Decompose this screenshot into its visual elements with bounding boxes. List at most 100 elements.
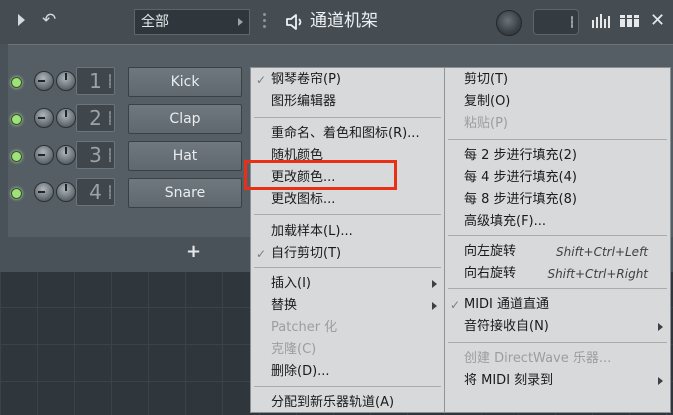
menu-separator — [448, 288, 667, 289]
menu-item: 克隆(C) — [251, 339, 444, 361]
menu-item-label: 删除(D)... — [271, 364, 330, 379]
display-box[interactable] — [533, 9, 579, 35]
play-arrow-icon[interactable] — [18, 14, 25, 26]
menu-item[interactable]: 更改图标... — [251, 189, 444, 211]
menu-item[interactable]: 向左旋转 Shift+Ctrl+Left — [445, 241, 670, 263]
channel-volume-knob[interactable] — [56, 182, 76, 202]
menu-item[interactable]: ✓ 自行剪切(T) — [251, 243, 444, 265]
swing-knob[interactable] — [496, 10, 522, 36]
checkmark-icon: ✓ — [256, 247, 267, 261]
channel-mute-led[interactable] — [11, 188, 22, 199]
submenu-arrow-icon — [658, 323, 663, 331]
menu-item-label: 图形编辑器 — [271, 94, 337, 109]
submenu-arrow-icon — [432, 280, 437, 288]
menu-item-label: 向左旋转 — [464, 244, 517, 259]
checkmark-icon: ✓ — [256, 73, 267, 87]
channel-pan-knob[interactable] — [34, 108, 54, 128]
channel-name-button[interactable]: Hat — [128, 141, 242, 171]
channel-mute-led[interactable] — [11, 114, 22, 125]
submenu-arrow-icon — [658, 377, 663, 385]
channel-filter-select[interactable]: 全部 — [134, 9, 250, 35]
menu-item[interactable]: 删除(D)... — [251, 361, 444, 383]
channel-mute-led[interactable] — [11, 151, 22, 162]
channel-pan-knob[interactable] — [34, 145, 54, 165]
window-title: 通道机架 — [310, 11, 378, 31]
menu-separator — [448, 235, 667, 236]
menu-item-label: 粘贴(P) — [464, 116, 508, 131]
menu-item[interactable]: 替换 — [251, 295, 444, 317]
menu-item-label: 分配到新乐器轨道(A) — [271, 395, 395, 410]
channel-name-button[interactable]: Snare — [128, 178, 242, 208]
menu-item-label: 自行剪切(T) — [271, 246, 342, 261]
channel-row: 1 Kick — [0, 67, 250, 97]
menu-item[interactable]: 每 8 步进行填充(8) — [445, 189, 670, 211]
channel-volume-knob[interactable] — [56, 108, 76, 128]
step-sequencer-icon[interactable] — [620, 15, 640, 27]
graph-view-icon[interactable] — [592, 14, 610, 28]
menu-item-label: 剪切(T) — [464, 72, 509, 87]
speaker-icon — [286, 14, 302, 30]
menu-item[interactable]: 高级填充(F)... — [445, 211, 670, 233]
menu-item[interactable]: 向右旋转 Shift+Ctrl+Right — [445, 263, 670, 285]
menu-item-label: 每 8 步进行填充(8) — [464, 192, 577, 207]
channel-mute-led[interactable] — [11, 77, 22, 88]
menu-item-label: 插入(I) — [271, 276, 311, 291]
menu-item[interactable]: 加载样本(L)... — [251, 221, 444, 243]
add-channel-button[interactable]: + — [186, 241, 201, 262]
menu-item[interactable]: 图形编辑器 — [251, 91, 444, 113]
channel-volume-knob[interactable] — [56, 145, 76, 165]
channel-row: 2 Clap — [0, 104, 250, 134]
drag-grip-icon[interactable] — [263, 13, 269, 31]
menu-separator — [254, 267, 441, 268]
channel-pan-knob[interactable] — [34, 71, 54, 91]
menu-item[interactable]: 每 2 步进行填充(2) — [445, 145, 670, 167]
menu-item-label: 高级填充(F)... — [464, 214, 547, 229]
menu-separator — [254, 214, 441, 215]
mixer-track-number[interactable]: 4 — [76, 178, 115, 206]
menu-item[interactable]: ✓ 钢琴卷帘(P) — [251, 69, 444, 91]
context-menu-left-column: ✓ 钢琴卷帘(P) 图形编辑器 重命名、着色和图标(R)... 随机颜色 更改颜色... 更… — [251, 68, 445, 412]
menu-item[interactable]: 重命名、着色和图标(R)... — [251, 123, 444, 145]
menu-item[interactable]: 复制(O) — [445, 91, 670, 113]
channel-filter-value: 全部 — [141, 14, 169, 30]
menu-item[interactable]: 剪切(T) — [445, 69, 670, 91]
menu-separator — [448, 342, 667, 343]
channel-name-button[interactable]: Kick — [128, 67, 242, 97]
menu-item-label: 每 4 步进行填充(4) — [464, 170, 577, 185]
menu-item-label: 将 MIDI 刻录到 — [464, 373, 554, 388]
menu-item-label: 克隆(C) — [271, 342, 317, 357]
channel-context-menu: ✓ 钢琴卷帘(P) 图形编辑器 重命名、着色和图标(R)... 随机颜色 更改颜色... 更… — [250, 67, 671, 413]
menu-item[interactable]: 每 4 步进行填充(4) — [445, 167, 670, 189]
channel-volume-knob[interactable] — [56, 71, 76, 91]
mixer-track-number[interactable]: 1 — [76, 67, 115, 95]
mixer-track-number[interactable]: 3 — [76, 141, 115, 169]
channel-pan-knob[interactable] — [34, 182, 54, 202]
menu-item-shortcut: Shift+Ctrl+Right — [547, 267, 648, 281]
menu-item-label: 重命名、着色和图标(R)... — [271, 126, 420, 141]
menu-item[interactable]: 分配到新乐器轨道(A) — [251, 392, 444, 414]
menu-item-label: Patcher 化 — [271, 320, 338, 335]
menu-item-shortcut: Shift+Ctrl+Left — [556, 245, 648, 259]
highlight-box — [244, 160, 397, 190]
menu-item[interactable]: 音符接收自(N) — [445, 316, 670, 338]
menu-item[interactable]: 插入(I) — [251, 273, 444, 295]
close-icon[interactable]: ✕ — [650, 10, 665, 32]
menu-item[interactable]: 将 MIDI 刻录到 — [445, 370, 670, 392]
menu-separator — [254, 117, 441, 118]
menu-separator — [254, 386, 441, 387]
menu-item: Patcher 化 — [251, 317, 444, 339]
context-menu-right-column: 剪切(T) 复制(O) 粘贴(P) 每 2 步进行填充(2) 每 4 步进行填充(4) 每… — [445, 68, 670, 412]
menu-item-label: 每 2 步进行填充(2) — [464, 148, 577, 163]
menu-item-label: 创建 DirectWave 乐器... — [464, 351, 612, 366]
menu-separator — [448, 139, 667, 140]
menu-item[interactable]: ✓ MIDI 通道直通 — [445, 294, 670, 316]
menu-item-label: MIDI 通道直通 — [464, 297, 550, 312]
channel-name-button[interactable]: Clap — [128, 104, 242, 134]
chevron-right-icon — [238, 18, 243, 26]
channel-row: 3 Hat — [0, 141, 250, 171]
mixer-track-number[interactable]: 2 — [76, 104, 115, 132]
menu-item-label: 更改图标... — [271, 192, 336, 207]
menu-item-label: 复制(O) — [464, 94, 511, 109]
undo-icon[interactable]: ↶ — [42, 10, 56, 30]
checkmark-icon: ✓ — [450, 298, 461, 312]
